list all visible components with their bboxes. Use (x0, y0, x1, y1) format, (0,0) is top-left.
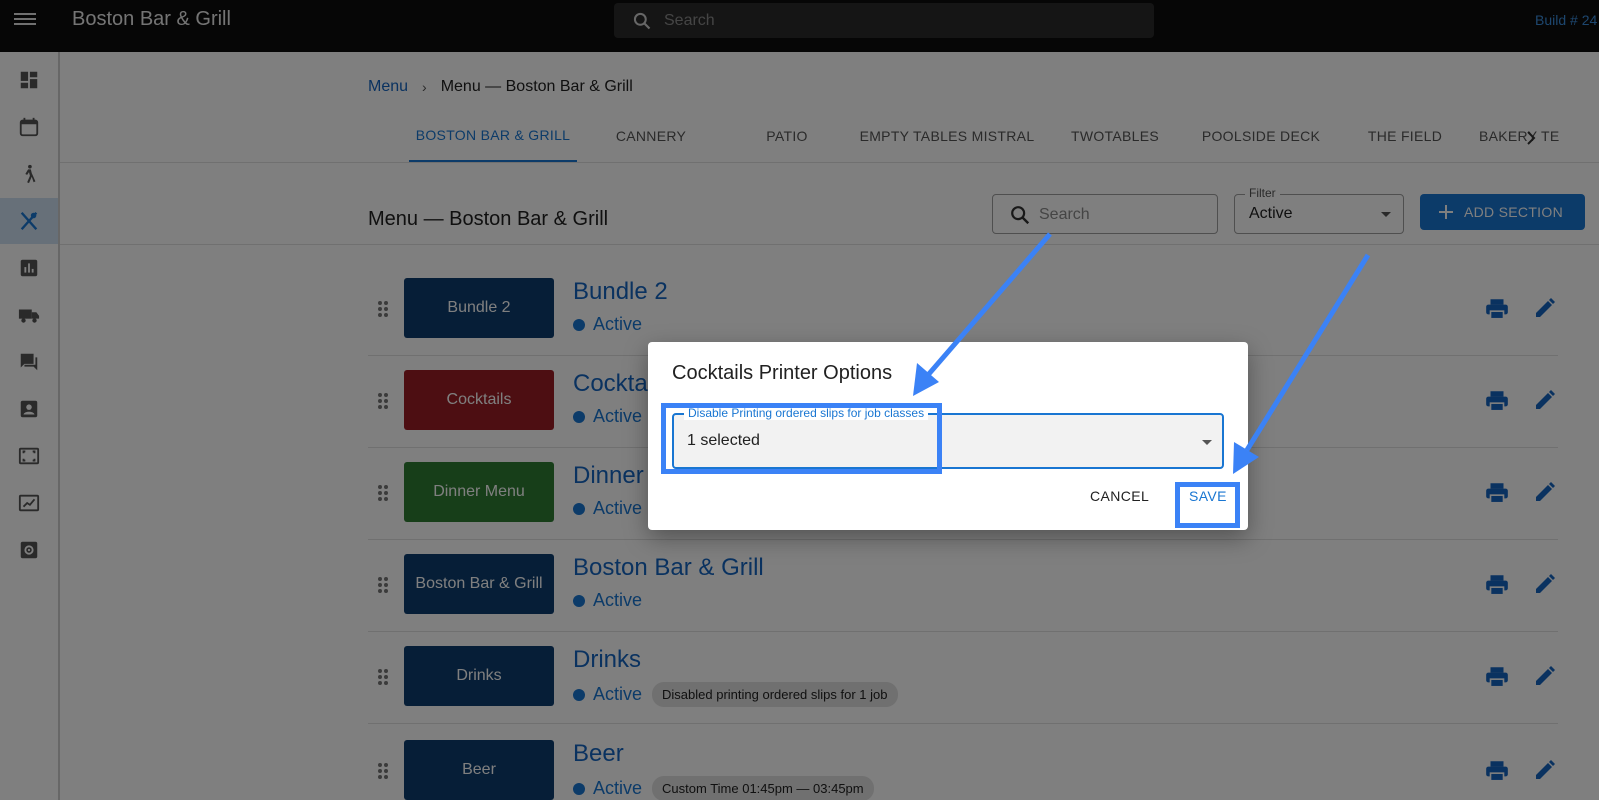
annotation-arrow-line (926, 232, 1052, 377)
annotation-arrowhead (1233, 442, 1259, 474)
annotation-arrows (913, 232, 1371, 474)
annotation-arrow-line (1244, 253, 1371, 452)
